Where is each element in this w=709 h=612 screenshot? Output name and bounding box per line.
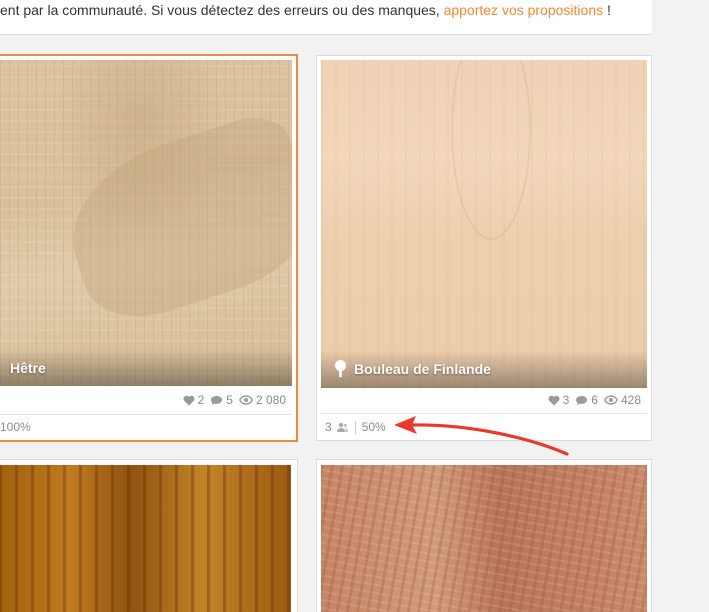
completion-percent: 50% bbox=[361, 420, 386, 434]
wood-title[interactable]: Hêtre bbox=[10, 360, 46, 376]
eye-icon bbox=[239, 395, 253, 405]
heart-icon bbox=[183, 395, 195, 405]
comments-count: 6 bbox=[591, 393, 598, 407]
comment-icon bbox=[211, 395, 223, 405]
wood-name: Hêtre bbox=[10, 360, 46, 376]
grain-figure bbox=[51, 106, 292, 334]
propositions-link[interactable]: apportez vos propositions bbox=[444, 2, 604, 18]
card-footer: 100% bbox=[0, 420, 31, 434]
wood-card-4[interactable] bbox=[316, 459, 652, 612]
likes-count: 3 bbox=[562, 393, 570, 407]
card-divider bbox=[0, 414, 292, 415]
completion-percent: 100% bbox=[0, 420, 31, 434]
likes-count: 2 bbox=[197, 393, 205, 407]
contributors-count: 3 bbox=[325, 420, 332, 434]
notice-suffix: ! bbox=[603, 2, 611, 18]
eye-icon bbox=[604, 395, 618, 405]
views-count: 2 080 bbox=[255, 393, 286, 407]
comments-count: 5 bbox=[226, 393, 233, 407]
tree-icon bbox=[335, 360, 346, 377]
views-count: 428 bbox=[620, 393, 641, 407]
wood-thumbnail[interactable] bbox=[0, 465, 291, 612]
wood-card-hetre[interactable]: Hêtre 2 5 2 080 100% bbox=[0, 54, 298, 442]
card-footer: 3 50% bbox=[325, 420, 386, 434]
notice-text: ent par la communauté. Si vous détectez … bbox=[0, 2, 444, 18]
wood-card-bouleau-de-finlande[interactable]: Bouleau de Finlande 3 6 428 3 50% bbox=[316, 55, 652, 441]
users-icon bbox=[336, 422, 348, 432]
card-stats: 2 5 2 080 bbox=[183, 393, 286, 407]
comment-icon bbox=[576, 395, 588, 405]
wood-thumbnail[interactable]: Bouleau de Finlande bbox=[321, 60, 647, 388]
grain-figure bbox=[451, 60, 531, 240]
footer-separator bbox=[354, 420, 356, 434]
wood-name: Bouleau de Finlande bbox=[354, 360, 491, 377]
wood-thumbnail[interactable]: Hêtre bbox=[0, 60, 292, 386]
card-stats: 3 6 428 bbox=[548, 393, 641, 407]
wood-title[interactable]: Bouleau de Finlande bbox=[333, 359, 491, 378]
annotation-arrow bbox=[394, 416, 569, 456]
heart-icon bbox=[548, 395, 560, 405]
contribution-notice: ent par la communauté. Si vous détectez … bbox=[0, 0, 652, 35]
wood-card-3[interactable] bbox=[0, 459, 298, 612]
wood-thumbnail[interactable] bbox=[321, 465, 647, 612]
